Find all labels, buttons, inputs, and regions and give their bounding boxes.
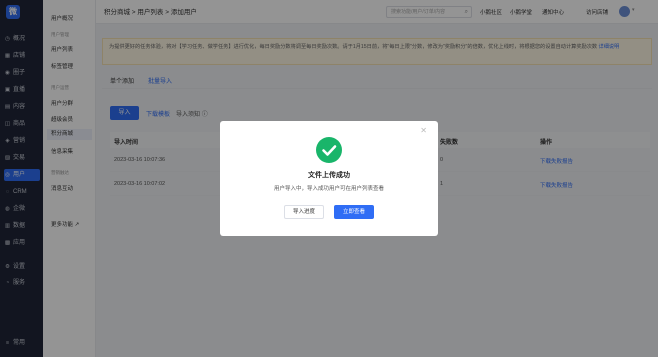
upload-success-dialog: ✕ 文件上传成功 用户导入中，导入成功用户可在用户列表查看 导入进度 立即查看 (220, 121, 438, 236)
close-icon[interactable]: ✕ (420, 126, 427, 135)
import-progress-button[interactable]: 导入进度 (284, 205, 324, 219)
view-now-button[interactable]: 立即查看 (334, 205, 374, 219)
success-check-icon (316, 137, 342, 163)
dialog-description: 用户导入中，导入成功用户可在用户列表查看 (273, 186, 384, 192)
dialog-title: 文件上传成功 (308, 172, 350, 179)
